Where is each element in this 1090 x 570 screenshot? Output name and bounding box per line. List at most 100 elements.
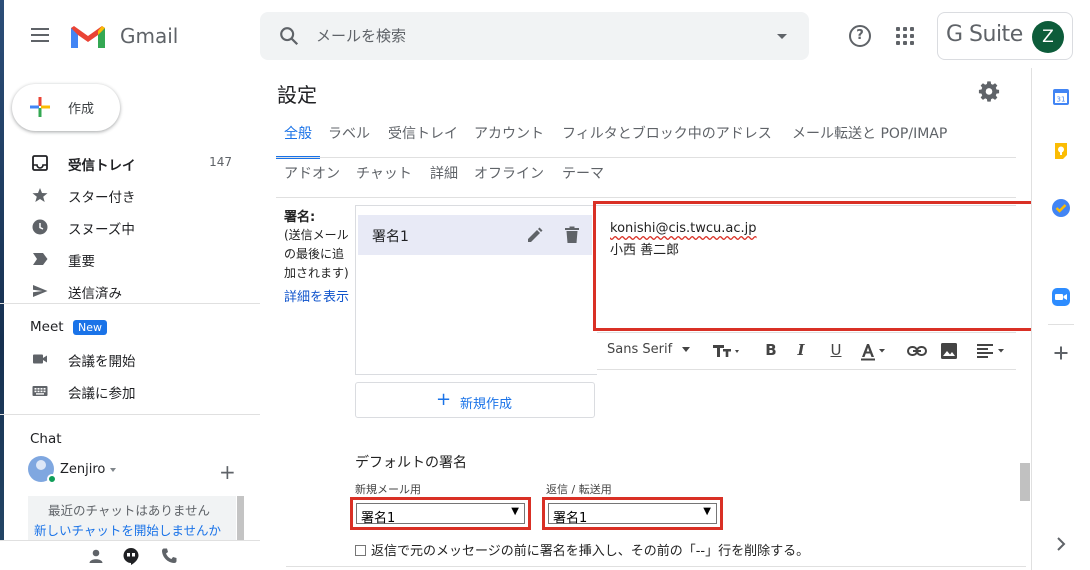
search-input[interactable]	[316, 24, 756, 48]
dropdown-arrow-icon: ▼	[703, 506, 711, 517]
sidebar-item-label: 会議を開始	[68, 354, 136, 370]
signature-text-line[interactable]: konishi@cis.twcu.ac.jp	[610, 221, 757, 236]
new-signature-label: 新規作成	[460, 397, 513, 412]
sidebar-item-start-meeting[interactable]: 会議を開始	[0, 343, 260, 375]
tab-offline[interactable]: オフライン	[466, 159, 552, 199]
start-chat-link[interactable]: 新しいチャットを開始しませんか	[34, 520, 221, 539]
section-divider	[286, 566, 1026, 567]
search-icon[interactable]	[278, 25, 300, 47]
tab-advanced[interactable]: 詳細	[422, 159, 466, 199]
tab-labels[interactable]: ラベル	[320, 119, 378, 159]
gmail-logo-icon[interactable]	[69, 24, 107, 50]
link-icon[interactable]	[907, 341, 927, 361]
tab-inbox[interactable]: 受信トレイ	[380, 119, 466, 159]
label-important-icon	[33, 253, 48, 265]
new-mail-signature-label: 新規メール用	[355, 483, 421, 496]
insert-before-quote-option: 返信で元のメッセージの前に署名を挿入し、その前の「--」行を削除する。	[355, 540, 809, 559]
tab-filters[interactable]: フィルタとブロック中のアドレス	[554, 119, 780, 159]
tab-chat[interactable]: チャット	[348, 159, 420, 199]
tab-forwarding[interactable]: メール転送と POP/IMAP	[784, 119, 955, 159]
dropdown-arrow-icon: ▼	[511, 506, 519, 517]
tasks-icon[interactable]	[1051, 198, 1071, 218]
tab-general[interactable]: 全般	[276, 119, 320, 159]
signature-list-item[interactable]: 署名1	[358, 215, 592, 255]
sidebar-item-important[interactable]: 重要	[0, 243, 260, 275]
meet-section-title: Meet	[30, 319, 64, 335]
signature-label: 署名:	[284, 210, 316, 225]
pencil-icon[interactable]	[526, 226, 544, 244]
bold-icon[interactable]: B	[763, 341, 779, 361]
new-signature-button[interactable]: + 新規作成	[355, 382, 595, 418]
compose-button[interactable]: 作成	[12, 84, 120, 131]
sidebar-item-snoozed[interactable]: スヌーズ中	[0, 211, 260, 243]
svg-text:31: 31	[1057, 96, 1066, 104]
chevron-down-icon[interactable]	[110, 468, 116, 472]
video-camera-icon	[33, 354, 47, 364]
sidebar-item-starred[interactable]: スター付き	[0, 179, 260, 211]
account-avatar[interactable]: Z	[1032, 21, 1064, 53]
person-icon[interactable]	[87, 547, 105, 565]
sidebar-item-label: 重要	[68, 254, 95, 270]
signature-list: 署名1	[355, 205, 597, 375]
keep-icon[interactable]	[1051, 141, 1071, 161]
online-status-icon	[47, 474, 57, 484]
select-value: 署名1	[553, 511, 588, 526]
search-options-dropdown-icon[interactable]	[777, 34, 787, 39]
align-icon[interactable]	[975, 341, 1009, 361]
tab-themes[interactable]: テーマ	[554, 159, 612, 199]
insert-before-quote-label[interactable]: 返信で元のメッセージの前に署名を挿入し、その前の「--」行を削除する。	[371, 544, 809, 559]
signature-text-line[interactable]: 小西 善二郎	[610, 239, 679, 258]
font-family-dropdown[interactable]: Sans Serif	[607, 342, 691, 357]
underline-icon[interactable]: U	[828, 341, 844, 361]
tab-addons[interactable]: アドオン	[276, 159, 348, 199]
learn-more-link[interactable]: 詳細を表示	[284, 286, 349, 305]
tabs-divider	[276, 157, 1016, 158]
account-area[interactable]: G Suite Z	[937, 12, 1073, 60]
chat-user-name[interactable]: Zenjiro	[60, 462, 105, 477]
italic-icon[interactable]: I	[794, 341, 808, 361]
tab-accounts[interactable]: アカウント	[466, 119, 552, 159]
add-addon-icon[interactable]	[1051, 343, 1071, 363]
calendar-icon[interactable]: 31	[1051, 87, 1071, 107]
chat-tab-bar	[0, 540, 260, 570]
sidebar-item-inbox[interactable]: 受信トレイ 147	[0, 147, 260, 179]
sidebar-item-join-meeting[interactable]: 会議に参加	[0, 375, 260, 407]
page-title: 設定	[277, 83, 317, 107]
clock-icon	[32, 219, 48, 235]
plus-icon: +	[436, 389, 452, 410]
text-color-icon[interactable]	[859, 341, 889, 361]
main-menu-button[interactable]	[24, 24, 56, 48]
help-icon[interactable]: ?	[849, 25, 871, 47]
new-mail-highlight: 署名1 ▼	[350, 497, 531, 530]
insert-before-quote-checkbox[interactable]	[355, 545, 366, 556]
search-bar[interactable]	[260, 12, 809, 60]
gear-icon[interactable]	[978, 80, 1000, 102]
send-icon	[33, 285, 48, 297]
gsuite-brand: G Suite	[946, 22, 1023, 47]
signature-editor[interactable]: konishi@cis.twcu.ac.jp 小西 善二郎	[593, 201, 1036, 331]
font-size-icon[interactable]	[711, 341, 745, 361]
new-badge: New	[73, 320, 107, 335]
unread-count: 147	[209, 155, 232, 169]
insert-image-icon[interactable]	[940, 341, 958, 361]
app-name: Gmail	[120, 24, 179, 48]
main-scrollbar[interactable]	[1020, 463, 1030, 501]
add-chat-icon[interactable]: +	[219, 460, 236, 484]
new-mail-signature-select[interactable]: 署名1 ▼	[356, 503, 525, 526]
zoom-icon[interactable]	[1051, 287, 1071, 307]
phone-icon[interactable]	[160, 547, 178, 565]
side-panel-divider	[1048, 324, 1074, 325]
hangouts-icon[interactable]	[122, 547, 140, 565]
sidebar-item-label: 受信トレイ	[68, 158, 136, 174]
chevron-right-icon[interactable]	[1051, 534, 1071, 554]
chat-section-title: Chat	[30, 431, 62, 447]
sidebar-item-label: 送信済み	[68, 286, 122, 302]
side-panel: 31	[1031, 68, 1090, 570]
sidebar-divider	[0, 303, 260, 304]
format-toolbar: Sans Serif B I U	[597, 332, 1016, 370]
chat-scrollbar[interactable]	[237, 496, 244, 540]
trash-icon[interactable]	[564, 226, 580, 244]
apps-grid-icon[interactable]	[896, 27, 914, 45]
reply-signature-select[interactable]: 署名1 ▼	[548, 503, 717, 526]
signature-help: (送信メール の最後に追 加されます)	[284, 226, 349, 283]
